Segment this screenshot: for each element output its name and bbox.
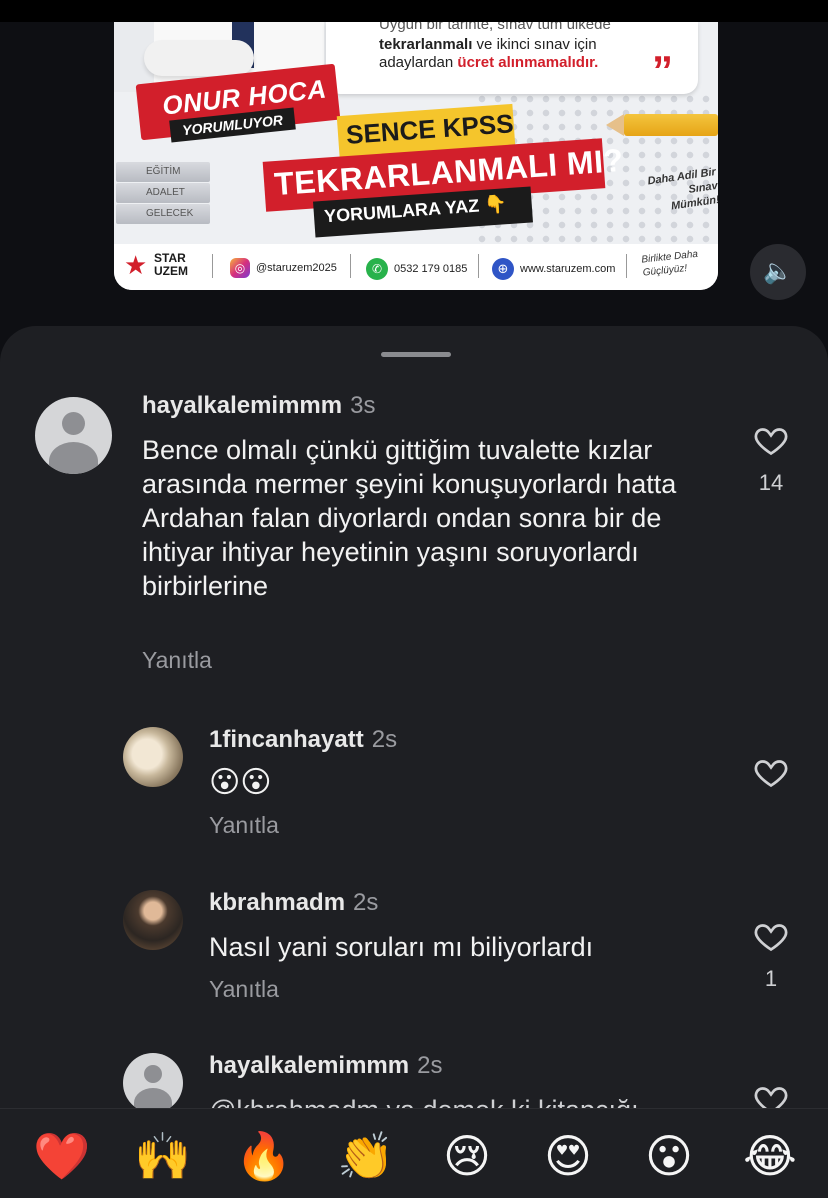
whatsapp-icon: ✆	[366, 258, 388, 280]
globe-icon: ⊕	[492, 258, 514, 280]
clapping-emoji-icon[interactable]: 👏	[335, 1125, 397, 1187]
quote-line-1: Uygun bir tarihte, sınav tüm ülkede	[379, 22, 611, 33]
divider	[478, 254, 479, 278]
divider	[350, 254, 351, 278]
pencil-body	[624, 114, 718, 136]
reply-button[interactable]: Yanıtla	[209, 812, 279, 839]
birlikte-slogan: Birlikte Daha Güçlüyüz!	[640, 248, 699, 279]
avatar[interactable]	[35, 397, 112, 474]
pencil-icon	[606, 114, 624, 136]
quote-line-2: tekrarlanmalı ve ikinci sınav için	[379, 36, 597, 53]
instagram-contact: ◎ @staruzem2025	[230, 258, 337, 278]
comment-text: Nasıl yani soruları mı biliyorlardı	[209, 932, 594, 962]
like-count: 14	[758, 470, 784, 495]
heart-emoji-icon[interactable]: ❤️	[31, 1125, 93, 1187]
comment-username[interactable]: hayalkalemimmm 3s	[142, 392, 375, 420]
comment-text: 😮😮	[209, 766, 272, 799]
book-label: EĞİTİM	[116, 162, 210, 182]
divider	[626, 254, 627, 278]
status-bar	[0, 0, 828, 22]
book-label: GELECEK	[116, 204, 210, 224]
comment-time: 2s	[417, 1052, 443, 1079]
sheet-drag-handle[interactable]	[381, 352, 451, 357]
sound-toggle-button[interactable]: 🔈	[750, 244, 806, 300]
like-count: 1	[764, 966, 778, 991]
fire-emoji-icon[interactable]: 🔥	[233, 1125, 295, 1187]
comment-username[interactable]: hayalkalemimmm 2s	[209, 1052, 442, 1080]
avatar[interactable]	[123, 890, 183, 950]
surprised-emoji-icon[interactable]: 😮	[638, 1125, 700, 1187]
heart-icon[interactable]	[752, 422, 790, 458]
avatar[interactable]	[123, 1053, 183, 1113]
comment-time: 3s	[350, 392, 376, 419]
reply-button[interactable]: Yanıtla	[209, 976, 279, 1003]
instagram-icon: ◎	[230, 258, 250, 278]
books-graphic: EĞİTİM ADALET GELECEK	[116, 162, 210, 225]
post-image[interactable]: Uygun bir tarihte, sınav tüm ülkede tekr…	[114, 22, 718, 290]
quick-reaction-bar: ❤️ 🙌 🔥 👏 😢 😍 😮 😂	[0, 1108, 828, 1198]
laughing-emoji-icon[interactable]: 😂	[739, 1125, 801, 1187]
comment-text: Bence olmalı çünkü gittiğim tuvalette kı…	[142, 435, 677, 601]
heart-icon[interactable]	[752, 918, 790, 954]
comment-time: 2s	[353, 889, 379, 916]
comment-username[interactable]: 1fincanhayatt 2s	[209, 726, 397, 754]
crying-emoji-icon[interactable]: 😢	[436, 1125, 498, 1187]
quote-line-3: adaylardan ücret alınmamalıdır.	[379, 54, 599, 71]
star-logo-icon: ★	[124, 250, 148, 280]
heart-icon[interactable]	[752, 754, 790, 790]
comment-username[interactable]: kbrahmadm 2s	[209, 889, 378, 917]
comments-sheet: hayalkalemimmm 3s Bence olmalı çünkü gitt…	[0, 326, 828, 1197]
post-footer: ★ STAR UZEM ◎ @staruzem2025 ✆ 0532 179 01…	[114, 244, 718, 290]
speaker-icon: 🔈	[763, 258, 793, 285]
divider	[212, 254, 213, 278]
reply-button[interactable]: Yanıtla	[142, 647, 212, 674]
website-contact: ⊕ www.staruzem.com	[492, 258, 615, 280]
heart-eyes-emoji-icon[interactable]: 😍	[537, 1125, 599, 1187]
quote-mark-icon: ”	[652, 47, 673, 94]
brand-name: STAR UZEM	[154, 251, 188, 278]
avatar[interactable]	[123, 727, 183, 787]
whatsapp-contact: ✆ 0532 179 0185	[366, 258, 467, 280]
book-label: ADALET	[116, 183, 210, 203]
comment-time: 2s	[371, 726, 398, 753]
raised-hands-emoji-icon[interactable]: 🙌	[132, 1125, 194, 1187]
